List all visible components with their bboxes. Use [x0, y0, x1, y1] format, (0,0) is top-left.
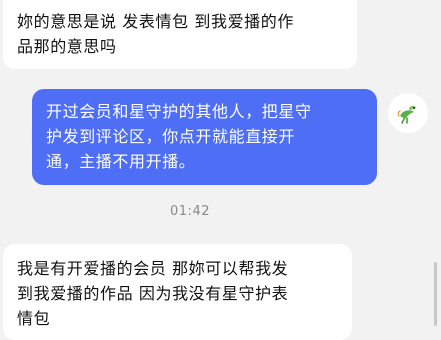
message-line: 我是有开爱播的会员 那妳可以帮我发	[17, 259, 289, 278]
scrollbar[interactable]	[434, 262, 437, 326]
chat-view[interactable]: 妳的意思是说 发表情包 到我爱播的作 品那的意思吗 开过会员和星守护的其他人，把…	[0, 0, 441, 340]
message-line: 到我爱播的作品 因为我没有星守护表	[17, 284, 289, 303]
dragon-figure-icon	[397, 105, 416, 124]
message-line: 妳的意思是说 发表情包 到我爱播的作	[17, 12, 294, 31]
message-line: 通，主播不用开播。	[46, 152, 196, 171]
message-line: 开过会员和星守护的其他人，把星守	[46, 102, 312, 121]
message-timestamp: 01:42	[170, 204, 210, 219]
message-line: 情包	[17, 309, 51, 328]
outgoing-message-bubble[interactable]: 开过会员和星守护的其他人，把星守 护发到评论区，你点开就能直接开 通，主播不用开…	[32, 89, 377, 185]
message-line: 护发到评论区，你点开就能直接开	[46, 127, 296, 146]
incoming-message-bubble[interactable]: 妳的意思是说 发表情包 到我爱播的作 品那的意思吗	[3, 0, 357, 69]
avatar[interactable]	[388, 93, 428, 133]
incoming-message-bubble[interactable]: 我是有开爱播的会员 那妳可以帮我发 到我爱播的作品 因为我没有星守护表 情包	[3, 244, 352, 340]
message-line: 品那的意思吗	[17, 37, 117, 56]
